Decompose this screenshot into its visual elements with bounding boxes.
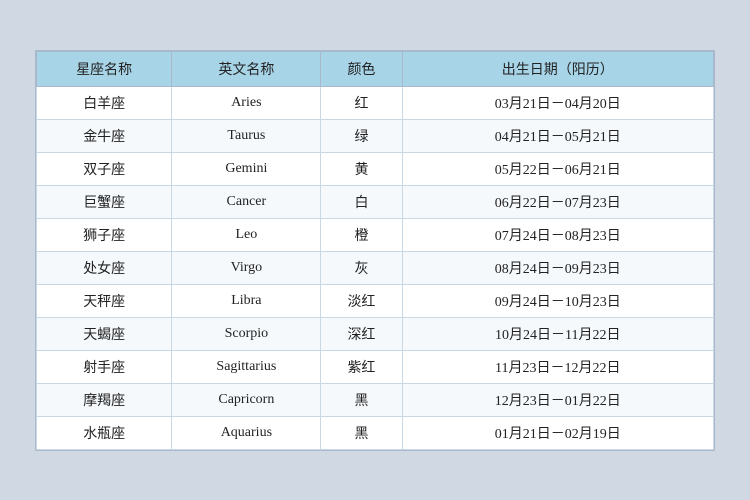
cell-chinese: 巨蟹座 <box>37 185 172 218</box>
cell-english: Capricorn <box>172 383 321 416</box>
table-body: 白羊座Aries红03月21日－04月20日金牛座Taurus绿04月21日－0… <box>37 86 714 449</box>
cell-color: 深红 <box>321 317 402 350</box>
cell-english: Libra <box>172 284 321 317</box>
cell-english: Aries <box>172 86 321 119</box>
cell-date: 09月24日－10月23日 <box>402 284 713 317</box>
table-row: 处女座Virgo灰08月24日－09月23日 <box>37 251 714 284</box>
cell-english: Virgo <box>172 251 321 284</box>
table-row: 狮子座Leo橙07月24日－08月23日 <box>37 218 714 251</box>
cell-chinese: 双子座 <box>37 152 172 185</box>
cell-color: 淡红 <box>321 284 402 317</box>
table-row: 双子座Gemini黄05月22日－06月21日 <box>37 152 714 185</box>
cell-date: 01月21日－02月19日 <box>402 416 713 449</box>
cell-color: 白 <box>321 185 402 218</box>
cell-english: Taurus <box>172 119 321 152</box>
cell-english: Cancer <box>172 185 321 218</box>
cell-date: 04月21日－05月21日 <box>402 119 713 152</box>
cell-date: 08月24日－09月23日 <box>402 251 713 284</box>
cell-english: Leo <box>172 218 321 251</box>
header-chinese-name: 星座名称 <box>37 51 172 86</box>
cell-english: Scorpio <box>172 317 321 350</box>
cell-chinese: 天蝎座 <box>37 317 172 350</box>
header-english-name: 英文名称 <box>172 51 321 86</box>
cell-english: Gemini <box>172 152 321 185</box>
cell-chinese: 狮子座 <box>37 218 172 251</box>
cell-chinese: 白羊座 <box>37 86 172 119</box>
cell-date: 10月24日－11月22日 <box>402 317 713 350</box>
cell-chinese: 射手座 <box>37 350 172 383</box>
table-row: 金牛座Taurus绿04月21日－05月21日 <box>37 119 714 152</box>
header-date: 出生日期（阳历） <box>402 51 713 86</box>
cell-color: 橙 <box>321 218 402 251</box>
table-row: 水瓶座Aquarius黑01月21日－02月19日 <box>37 416 714 449</box>
zodiac-table-container: 星座名称 英文名称 颜色 出生日期（阳历） 白羊座Aries红03月21日－04… <box>35 50 715 451</box>
cell-date: 07月24日－08月23日 <box>402 218 713 251</box>
cell-date: 05月22日－06月21日 <box>402 152 713 185</box>
cell-date: 11月23日－12月22日 <box>402 350 713 383</box>
table-row: 白羊座Aries红03月21日－04月20日 <box>37 86 714 119</box>
table-row: 射手座Sagittarius紫红11月23日－12月22日 <box>37 350 714 383</box>
cell-color: 红 <box>321 86 402 119</box>
cell-color: 黑 <box>321 416 402 449</box>
cell-date: 12月23日－01月22日 <box>402 383 713 416</box>
cell-date: 06月22日－07月23日 <box>402 185 713 218</box>
table-row: 巨蟹座Cancer白06月22日－07月23日 <box>37 185 714 218</box>
cell-color: 绿 <box>321 119 402 152</box>
cell-color: 黄 <box>321 152 402 185</box>
cell-english: Aquarius <box>172 416 321 449</box>
table-row: 摩羯座Capricorn黑12月23日－01月22日 <box>37 383 714 416</box>
cell-color: 紫红 <box>321 350 402 383</box>
cell-english: Sagittarius <box>172 350 321 383</box>
cell-color: 黑 <box>321 383 402 416</box>
cell-chinese: 天秤座 <box>37 284 172 317</box>
table-header-row: 星座名称 英文名称 颜色 出生日期（阳历） <box>37 51 714 86</box>
table-row: 天秤座Libra淡红09月24日－10月23日 <box>37 284 714 317</box>
table-row: 天蝎座Scorpio深红10月24日－11月22日 <box>37 317 714 350</box>
cell-chinese: 摩羯座 <box>37 383 172 416</box>
header-color: 颜色 <box>321 51 402 86</box>
cell-date: 03月21日－04月20日 <box>402 86 713 119</box>
zodiac-table: 星座名称 英文名称 颜色 出生日期（阳历） 白羊座Aries红03月21日－04… <box>36 51 714 450</box>
cell-color: 灰 <box>321 251 402 284</box>
cell-chinese: 水瓶座 <box>37 416 172 449</box>
cell-chinese: 金牛座 <box>37 119 172 152</box>
cell-chinese: 处女座 <box>37 251 172 284</box>
